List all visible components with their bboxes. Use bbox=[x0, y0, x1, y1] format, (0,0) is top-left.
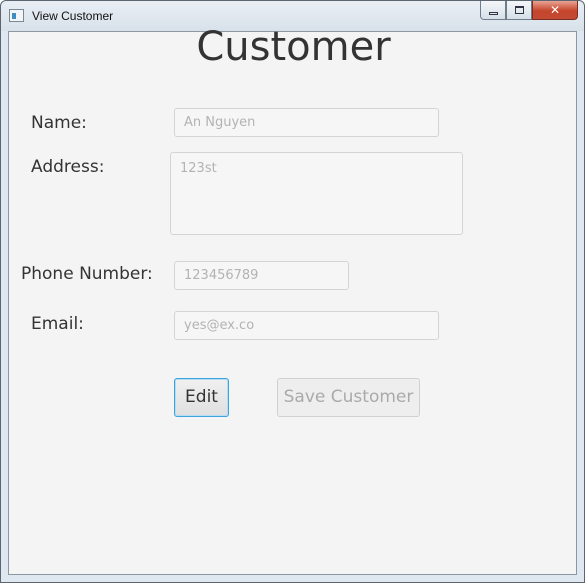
address-field[interactable]: 123st bbox=[170, 152, 463, 235]
page-title: Customer bbox=[196, 24, 391, 70]
maximize-icon bbox=[514, 6, 524, 14]
minimize-icon bbox=[488, 11, 498, 15]
edit-button[interactable]: Edit bbox=[174, 378, 229, 417]
close-button[interactable]: ✕ bbox=[532, 1, 578, 20]
name-label: Name: bbox=[31, 113, 87, 133]
phone-label: Phone Number: bbox=[21, 264, 153, 284]
save-customer-button[interactable]: Save Customer bbox=[277, 378, 420, 417]
maximize-button[interactable] bbox=[506, 1, 532, 20]
name-field[interactable]: An Nguyen bbox=[174, 108, 439, 137]
close-icon: ✕ bbox=[549, 3, 561, 17]
email-label: Email: bbox=[31, 314, 84, 334]
window-app-icon bbox=[9, 9, 24, 22]
window-title: View Customer bbox=[32, 9, 114, 23]
phone-field[interactable]: 123456789 bbox=[174, 261, 349, 290]
window-controls: ✕ bbox=[480, 1, 578, 21]
minimize-button[interactable] bbox=[480, 1, 506, 20]
email-field[interactable]: yes@ex.co bbox=[174, 311, 439, 340]
app-window: View Customer ✕ Customer Name: An Nguyen… bbox=[0, 0, 585, 583]
address-label: Address: bbox=[31, 157, 105, 177]
